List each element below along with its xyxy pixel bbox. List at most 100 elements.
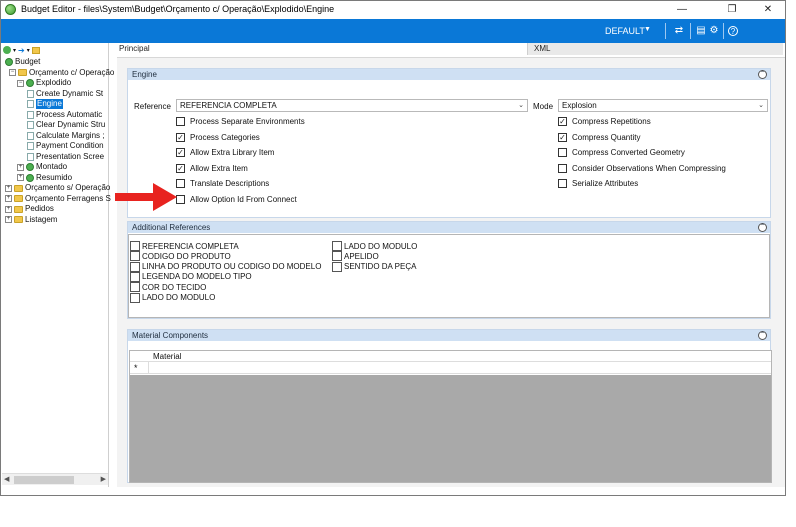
chevron-down-icon[interactable]: ⌄ xyxy=(518,100,524,111)
column-header-material[interactable]: Material xyxy=(153,352,181,361)
tree-node[interactable]: Create Dynamic St xyxy=(27,89,103,99)
checkbox-icon[interactable] xyxy=(130,282,140,293)
scroll-right-icon[interactable]: ▶ xyxy=(101,475,106,483)
expand-icon[interactable]: + xyxy=(5,205,12,213)
scrollbar-thumb[interactable] xyxy=(14,476,74,484)
option-checkbox[interactable]: ✓ Compress Quantity xyxy=(558,132,640,143)
layout-icon[interactable]: ▤ xyxy=(694,24,708,38)
checkbox-icon[interactable] xyxy=(558,163,567,173)
option-checkbox[interactable]: ✓ Process Categories xyxy=(176,132,260,143)
tab-principal[interactable]: Principal xyxy=(113,43,527,55)
tree-node[interactable]: + Resumido xyxy=(17,173,72,183)
option-checkbox[interactable]: ✓ Allow Extra Item xyxy=(176,163,248,174)
checkbox-icon[interactable] xyxy=(558,148,567,157)
reference-item[interactable]: CODIGO DO PRODUTO xyxy=(130,251,231,262)
checkbox-icon[interactable] xyxy=(130,271,140,282)
settings-icon[interactable]: ⚙ xyxy=(707,24,721,38)
collapse-icon[interactable]: ⌃ xyxy=(758,223,767,232)
minimize-button[interactable]: — xyxy=(667,2,697,17)
expand-icon[interactable]: + xyxy=(5,195,12,202)
maximize-button[interactable]: ❐ xyxy=(717,2,747,17)
arrow-right-icon[interactable]: ➔ xyxy=(18,46,25,55)
material-components-header[interactable]: Material Components ⌃ xyxy=(128,330,770,341)
engine-group-header[interactable]: Engine ⌃ xyxy=(128,69,770,80)
expand-icon[interactable]: + xyxy=(17,163,24,171)
chevron-down-icon[interactable]: ▼ xyxy=(644,26,651,33)
reference-item[interactable]: LADO DO MODULO xyxy=(130,292,215,303)
reference-item[interactable]: REFERENCIA COMPLETA xyxy=(130,241,239,251)
chevron-down-icon[interactable]: ⌄ xyxy=(758,100,764,111)
tree-node-label: Orçamento Ferragens S xyxy=(25,193,111,203)
grid-new-row[interactable]: * xyxy=(130,362,771,374)
tree-node[interactable]: Engine xyxy=(27,99,63,109)
profile-selector[interactable]: DEFAULT xyxy=(605,26,645,36)
expand-icon[interactable]: + xyxy=(5,216,12,223)
reference-item[interactable]: COR DO TECIDO xyxy=(130,282,206,293)
expand-icon[interactable]: + xyxy=(17,174,24,181)
reference-item[interactable]: LADO DO MODULO xyxy=(332,241,417,251)
tree-node[interactable]: + Listagem xyxy=(5,215,57,225)
tree-node[interactable]: − Orçamento c/ Operação xyxy=(9,68,114,78)
checkbox-checked-icon[interactable]: ✓ xyxy=(176,148,185,157)
checkbox-icon[interactable] xyxy=(130,261,140,272)
collapse-icon[interactable]: − xyxy=(9,69,16,76)
dropdown-icon[interactable]: ▾ xyxy=(27,47,30,54)
expand-icon[interactable]: + xyxy=(5,184,12,192)
close-button[interactable]: ✕ xyxy=(753,2,783,17)
collapse-icon[interactable]: ⌃ xyxy=(758,331,767,340)
reference-item[interactable]: LINHA DO PRODUTO OU CODIGO DO MODELO xyxy=(130,261,321,272)
tree-node[interactable]: + Montado xyxy=(17,162,67,172)
tree-node[interactable]: Presentation Scree xyxy=(27,152,104,162)
folder-icon xyxy=(14,216,23,223)
tree-node[interactable]: Budget xyxy=(5,57,40,67)
option-checkbox[interactable]: Consider Observations When Compressing xyxy=(558,163,726,174)
checkbox-icon[interactable] xyxy=(558,179,567,188)
option-checkbox[interactable]: Allow Option Id From Connect xyxy=(176,194,297,205)
reference-select[interactable]: REFERENCIA COMPLETA ⌄ xyxy=(176,99,528,112)
scroll-left-icon[interactable]: ◀ xyxy=(4,475,9,483)
tree-node[interactable]: Calculate Margins ; xyxy=(27,131,104,141)
tree-horizontal-scrollbar[interactable]: ◀ ▶ xyxy=(2,473,108,485)
checkbox-checked-icon[interactable]: ✓ xyxy=(558,117,567,126)
refresh-icon[interactable]: ⇄ xyxy=(672,24,686,38)
checkbox-icon[interactable] xyxy=(130,292,140,303)
option-checkbox[interactable]: Process Separate Environments xyxy=(176,116,305,127)
option-checkbox[interactable]: Translate Descriptions xyxy=(176,178,269,189)
mode-select[interactable]: Explosion ⌄ xyxy=(558,99,768,112)
collapse-icon[interactable]: ⌃ xyxy=(758,70,767,79)
add-icon[interactable] xyxy=(3,46,11,54)
checkbox-icon[interactable] xyxy=(332,241,342,251)
checkbox-icon[interactable] xyxy=(332,261,342,272)
reference-label: APELIDO xyxy=(344,251,379,261)
checkbox-icon[interactable] xyxy=(130,241,140,251)
tree-node[interactable]: Clear Dynamic Stru xyxy=(27,120,105,130)
reference-item[interactable]: LEGENDA DO MODELO TIPO xyxy=(130,271,252,282)
checkbox-icon[interactable] xyxy=(130,251,140,262)
tree-node[interactable]: − Explodido xyxy=(17,78,71,88)
collapse-icon[interactable]: − xyxy=(17,79,24,87)
option-checkbox[interactable]: ✓ Compress Repetitions xyxy=(558,116,651,127)
reference-item[interactable]: SENTIDO DA PEÇA xyxy=(332,261,416,272)
tree-node[interactable]: Payment Condition xyxy=(27,141,104,151)
option-checkbox[interactable]: Compress Converted Geometry xyxy=(558,147,685,158)
checkbox-checked-icon[interactable]: ✓ xyxy=(558,132,567,142)
checkbox-checked-icon[interactable]: ✓ xyxy=(176,163,185,173)
tree-node-label: Calculate Margins ; xyxy=(36,130,105,140)
tree-node[interactable]: + Orçamento Ferragens S xyxy=(5,194,111,204)
dropdown-icon[interactable]: ▾ xyxy=(13,47,16,54)
checkbox-icon[interactable] xyxy=(176,117,185,126)
folder-icon xyxy=(18,69,27,76)
option-checkbox[interactable]: Serialize Attributes xyxy=(558,178,638,189)
reference-item[interactable]: APELIDO xyxy=(332,251,379,262)
help-icon[interactable]: ? xyxy=(728,26,738,36)
tree-node[interactable]: + Orçamento s/ Operação xyxy=(5,183,110,193)
tab-xml[interactable]: XML xyxy=(527,43,783,55)
window-title: Budget Editor - files\System\Budget\Orça… xyxy=(21,4,335,14)
collapse-icon[interactable] xyxy=(31,46,40,54)
checkbox-icon[interactable] xyxy=(332,251,342,262)
additional-references-header[interactable]: Additional References ⌃ xyxy=(128,222,770,233)
tree-node[interactable]: Process Automatic xyxy=(27,110,102,120)
option-checkbox[interactable]: ✓ Allow Extra Library Item xyxy=(176,147,274,158)
checkbox-checked-icon[interactable]: ✓ xyxy=(176,132,185,142)
tree-node[interactable]: + Pedidos xyxy=(5,204,54,214)
